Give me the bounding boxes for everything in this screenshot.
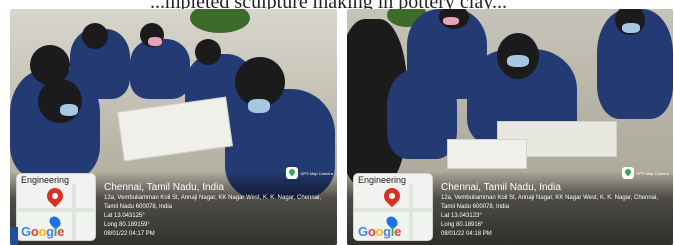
longitude: Long 80.18916° bbox=[441, 222, 484, 228]
longitude: Long 80.189159° bbox=[104, 222, 150, 228]
map-road bbox=[72, 184, 76, 240]
student-figure bbox=[130, 39, 190, 99]
city: Chennai, Tamil Nadu, India bbox=[441, 182, 561, 193]
location-pin-icon bbox=[380, 184, 404, 208]
corner-decoration bbox=[10, 227, 18, 245]
map-label: Engineering bbox=[358, 175, 407, 185]
photo-collage: ...mpleted sculpture making in pottery c… bbox=[0, 0, 674, 245]
app-badge-label: GPS Map Camera bbox=[636, 170, 669, 176]
photo-right: GPS Map Camera Engineering Google Chenna… bbox=[347, 9, 673, 245]
address-line-1: 12a, Vembuliamman Koil St, Annaji Nagar,… bbox=[441, 195, 659, 201]
gps-map-camera-icon bbox=[622, 167, 635, 179]
gps-overlay: GPS Map Camera Engineering Google Chenna… bbox=[347, 167, 673, 245]
newspaper bbox=[447, 139, 527, 169]
app-badge: GPS Map Camera bbox=[286, 167, 333, 179]
mini-map: Engineering Google bbox=[353, 173, 433, 241]
map-road bbox=[354, 208, 432, 212]
mini-map: Engineering Google bbox=[16, 173, 96, 241]
student-head bbox=[82, 23, 108, 49]
photo-left: GPS Map Camera Engineering Google Chenna… bbox=[10, 9, 337, 245]
map-road bbox=[17, 208, 95, 212]
location-info: Chennai, Tamil Nadu, India 12a, Vembulia… bbox=[441, 182, 669, 239]
latitude: Lat 13.043125° bbox=[104, 213, 145, 219]
plant bbox=[190, 9, 250, 33]
google-logo: Google bbox=[358, 224, 402, 239]
newspaper bbox=[117, 96, 233, 162]
datetime: 08/01/22 04:17 PM bbox=[104, 231, 155, 237]
address-line-1: 12a, Vembuliamman Koil St, Annaji Nagar,… bbox=[104, 195, 322, 201]
gps-overlay: GPS Map Camera Engineering Google Chenna… bbox=[10, 167, 337, 245]
location-pin-icon bbox=[43, 184, 67, 208]
datetime: 08/01/22 04:18 PM bbox=[441, 231, 492, 237]
cropped-caption: ...mpleted sculpture making in pottery c… bbox=[150, 0, 670, 9]
address-line-2: Tamil Nadu 600078, India bbox=[441, 204, 510, 210]
student-head bbox=[38, 79, 82, 123]
google-logo: Google bbox=[21, 224, 65, 239]
face-mask bbox=[60, 104, 78, 116]
face-mask bbox=[622, 23, 640, 33]
gps-map-camera-icon bbox=[286, 167, 299, 179]
map-label: Engineering bbox=[21, 175, 70, 185]
latitude: Lat 13.043123° bbox=[441, 213, 482, 219]
face-mask bbox=[443, 17, 459, 25]
face-mask bbox=[507, 55, 529, 67]
address-line-2: Tamil Nadu 600078, India bbox=[104, 204, 173, 210]
app-badge: GPS Map Camera bbox=[622, 167, 669, 179]
app-badge-label: GPS Map Camera bbox=[300, 170, 333, 176]
map-road bbox=[409, 184, 413, 240]
student-head bbox=[195, 39, 221, 65]
location-info: Chennai, Tamil Nadu, India 12a, Vembulia… bbox=[104, 182, 333, 239]
city: Chennai, Tamil Nadu, India bbox=[104, 182, 224, 193]
face-mask bbox=[148, 37, 162, 46]
face-mask bbox=[248, 99, 270, 113]
